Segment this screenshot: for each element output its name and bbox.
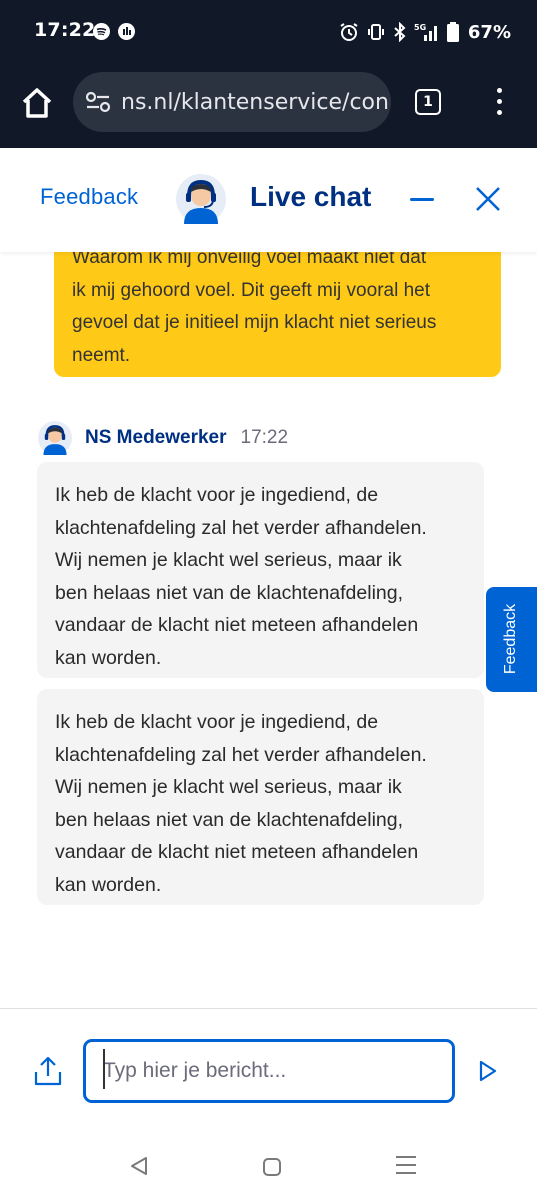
site-settings-icon[interactable] <box>85 91 111 113</box>
home-icon[interactable] <box>20 86 54 120</box>
message-timestamp: 17:22 <box>240 427 289 448</box>
message-line: ben helaas niet van de klachtenafdeling, <box>55 808 404 831</box>
chat-title: Live chat <box>250 181 372 212</box>
message-line: vandaar de klacht niet meteen afhandelen <box>55 614 419 636</box>
header-feedback-link[interactable]: Feedback <box>40 184 138 210</box>
app-icon <box>118 23 135 40</box>
status-bar: 17:22 5G 67% <box>0 0 537 64</box>
bluetooth-icon <box>394 22 406 42</box>
5g-signal-icon: 5G <box>414 23 437 41</box>
message-line: klachtenafdeling zal het verder afhandel… <box>55 516 427 539</box>
message-line: Wij nemen je klacht wel serieus, maar ik <box>55 549 402 571</box>
tab-switcher-button[interactable]: 1 <box>415 89 441 115</box>
spotify-icon <box>93 23 110 40</box>
svg-text:5G: 5G <box>414 23 426 32</box>
send-icon[interactable] <box>478 1059 498 1083</box>
agent-avatar-icon <box>176 174 226 224</box>
message-line: klachtenafdeling zal het verder afhandel… <box>55 743 427 766</box>
chat-messages[interactable]: Waarom ik mij onveilig voel maakt niet d… <box>0 252 537 1009</box>
browser-menu-icon[interactable] <box>494 88 504 118</box>
agent-avatar-icon <box>38 421 72 455</box>
message-line: vandaar de klacht niet meteen afhandelen <box>55 841 419 863</box>
back-icon[interactable] <box>129 1156 149 1176</box>
close-icon[interactable] <box>475 186 501 212</box>
feedback-side-tab[interactable]: Feedback <box>486 587 537 692</box>
agent-message-bubble: Ik heb de klacht voor je ingediend, de k… <box>37 689 484 905</box>
message-line: gevoel dat je initieel mijn klacht niet … <box>72 312 437 333</box>
battery-icon <box>446 22 459 42</box>
user-message-bubble: Waarom ik mij onveilig voel maakt niet d… <box>54 252 501 377</box>
feedback-side-tab-label[interactable]: Feedback <box>502 604 520 674</box>
message-input[interactable] <box>83 1039 455 1103</box>
message-line: ben helaas niet van de klachtenafdeling, <box>55 581 404 604</box>
message-composer <box>0 1008 537 1128</box>
battery-percent: 67% <box>467 21 511 43</box>
browser-toolbar: ns.nl/klantenservice/con 1 <box>0 64 537 148</box>
alarm-icon <box>340 23 358 41</box>
chat-header: Feedback Live chat <box>0 148 537 252</box>
text-caret <box>103 1049 105 1089</box>
message-line: Ik heb de klacht voor je ingediend, de <box>55 711 379 733</box>
message-line: ik mij gehoord voel. Dit geeft mij voora… <box>72 279 430 301</box>
vibrate-icon <box>367 24 384 40</box>
status-icons: 5G 67% <box>339 18 511 46</box>
upload-icon[interactable] <box>33 1055 63 1087</box>
message-line: Wij nemen je klacht wel serieus, maar ik <box>55 776 402 798</box>
status-time: 17:22 <box>34 19 96 41</box>
message-line: Ik heb de klacht voor je ingediend, de <box>55 484 379 506</box>
home-nav-icon[interactable] <box>263 1158 281 1176</box>
recent-apps-icon[interactable] <box>396 1156 416 1180</box>
agent-message-header: NS Medewerker 17:22 <box>38 420 288 456</box>
message-line: kan worden. <box>55 873 162 896</box>
url-bar[interactable]: ns.nl/klantenservice/con <box>73 72 391 132</box>
agent-message-bubble: Ik heb de klacht voor je ingediend, de k… <box>37 462 484 678</box>
message-line: Waarom ik mij onveilig voel maakt niet d… <box>72 252 427 268</box>
message-line: neemt. <box>72 344 131 366</box>
agent-name: NS Medewerker <box>85 427 227 448</box>
system-navigation-bar <box>0 1128 537 1200</box>
minimize-icon[interactable] <box>410 198 434 201</box>
url-text[interactable]: ns.nl/klantenservice/con <box>121 90 389 115</box>
message-line: kan worden. <box>55 646 162 669</box>
